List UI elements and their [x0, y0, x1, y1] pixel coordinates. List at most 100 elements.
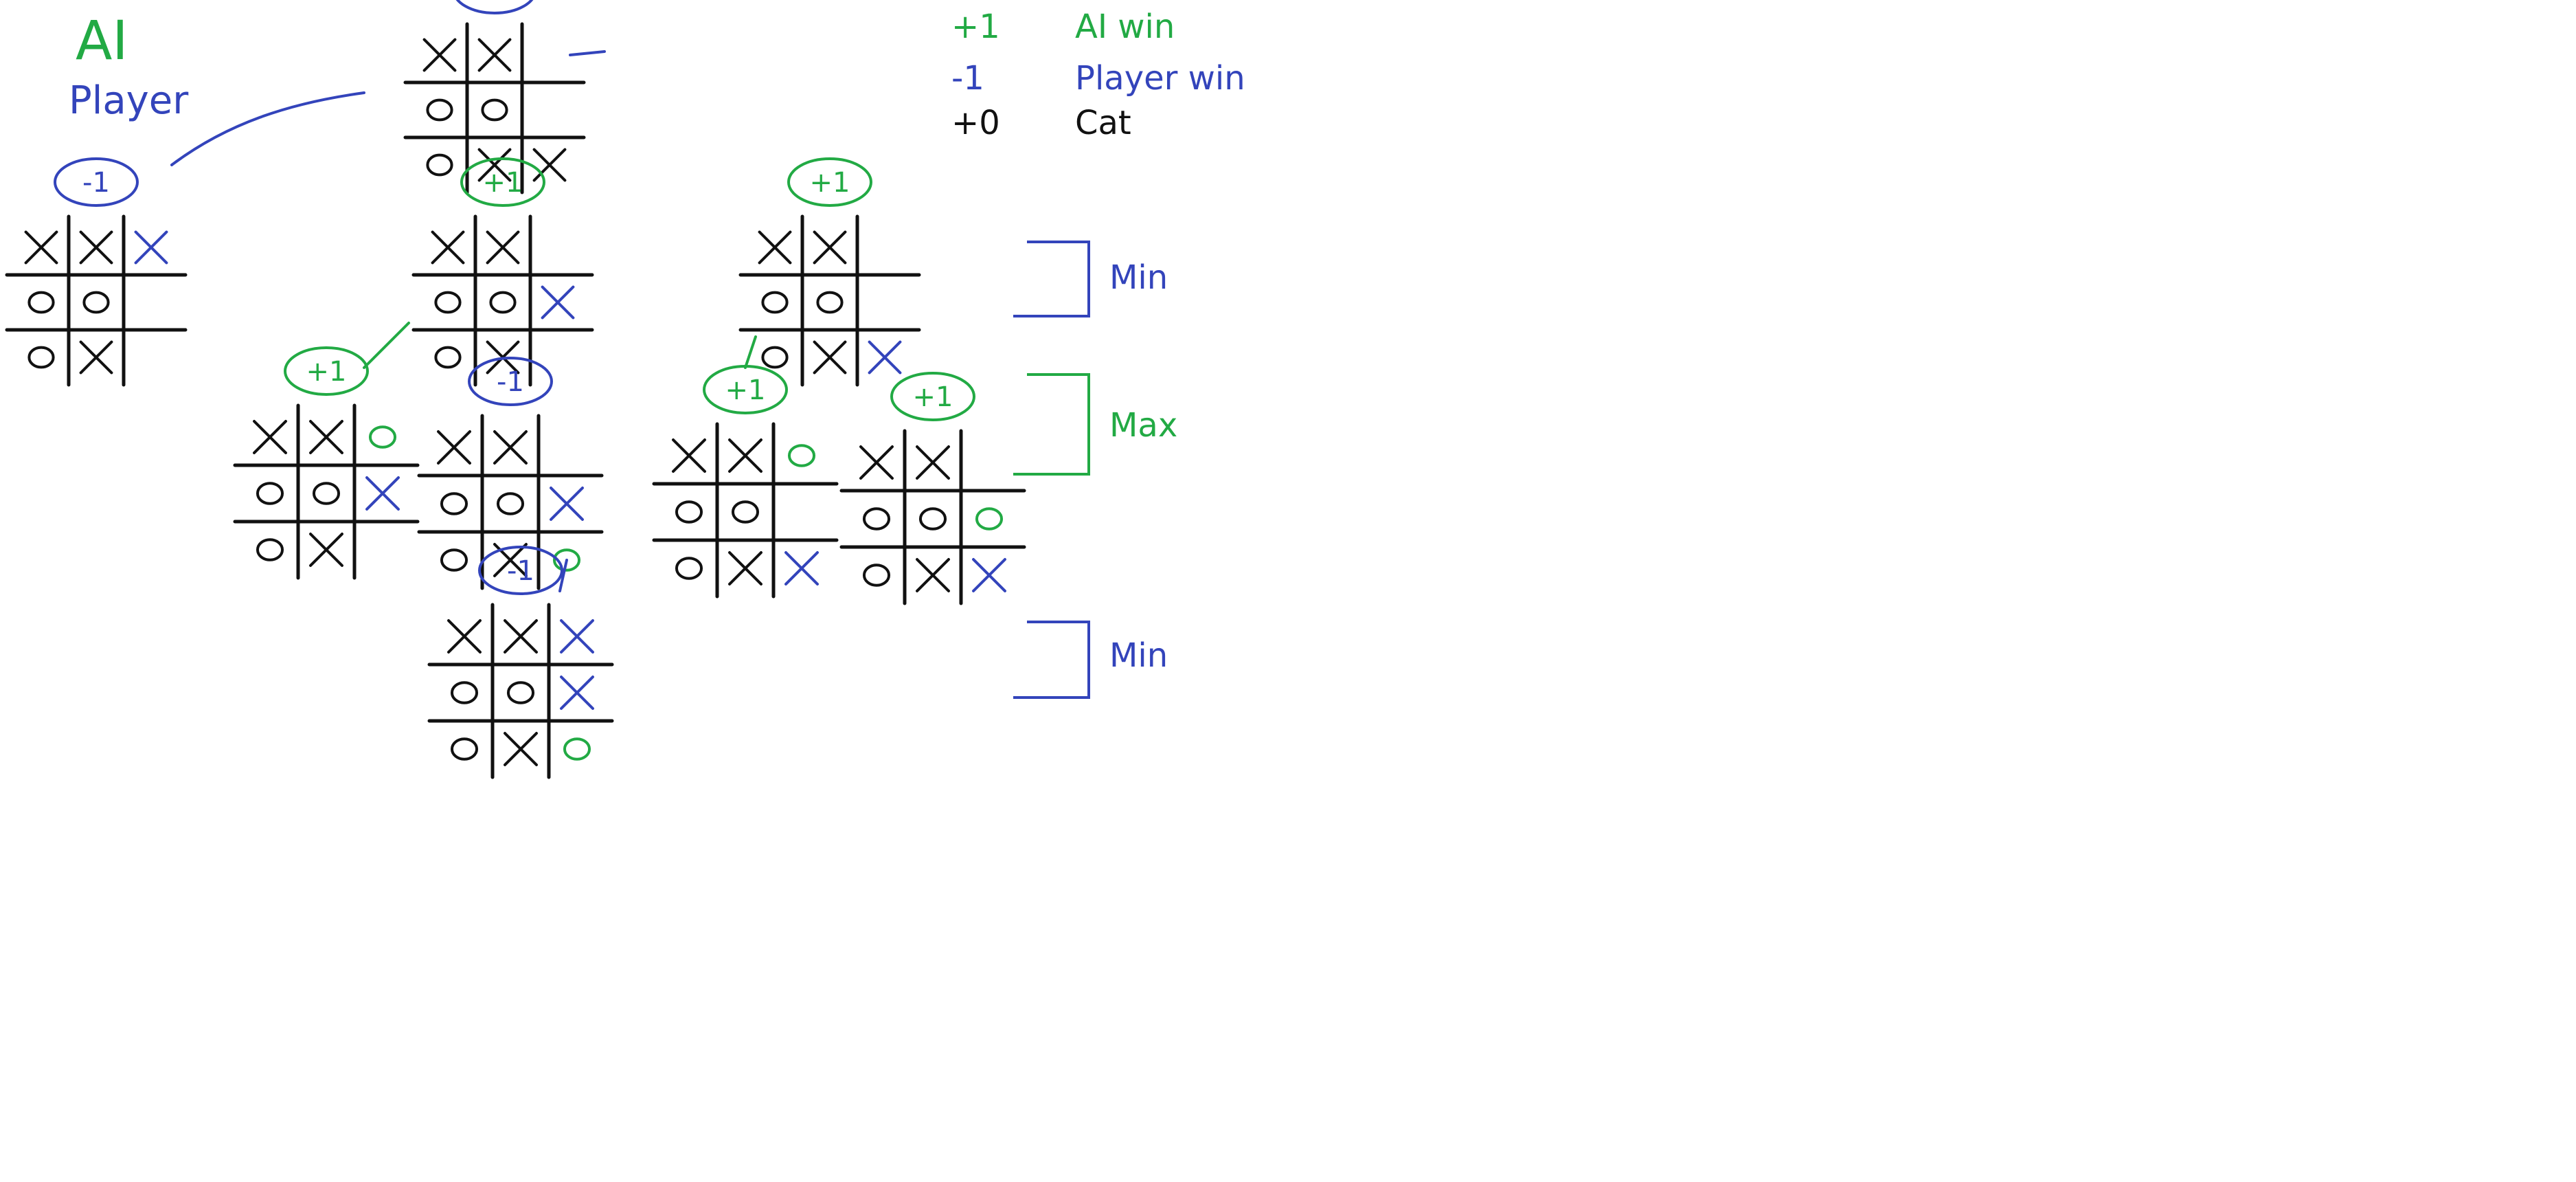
- cell-mark-o: O: [82, 291, 110, 314]
- cell-value: O: [448, 302, 449, 303]
- cell-value: O: [326, 493, 327, 494]
- score-label: -1: [82, 167, 110, 199]
- cell-mark-o: O: [761, 346, 789, 369]
- score-label: -1: [481, 0, 508, 6]
- board-max-4: XXOOOOXX+1: [839, 372, 1026, 605]
- cell-mark-x: X: [916, 558, 950, 592]
- cell-value: O: [503, 302, 504, 303]
- cell-value: O: [830, 302, 831, 303]
- cell-mark-x: X: [504, 732, 538, 766]
- cell-mark-o: O: [434, 291, 462, 314]
- cell-mark-o: O: [27, 291, 55, 314]
- cell-mark-o: O: [563, 737, 591, 761]
- cell-mark-o: O: [496, 492, 525, 515]
- cell-mark-x: X: [493, 430, 528, 465]
- legend-item: +0 Cat: [951, 104, 1131, 142]
- cell-mark-x: X: [532, 148, 567, 182]
- cell-mark-x: X: [758, 230, 792, 265]
- cell-mark-x: X: [447, 619, 482, 654]
- cell-mark-o: O: [481, 98, 508, 122]
- score-badge: +1: [284, 346, 369, 396]
- cell-mark-o: O: [256, 482, 284, 505]
- cell-mark-x: X: [859, 445, 894, 480]
- level-max: Max: [1013, 373, 1177, 476]
- score-label: +1: [725, 375, 766, 406]
- cell-mark-o: O: [675, 500, 703, 524]
- cell-mark-x: X: [422, 38, 457, 72]
- legend-item: +1 AI win: [951, 8, 1175, 46]
- cell-mark-o: O: [506, 681, 535, 704]
- board-min-2: XXOOOXX+1: [738, 157, 921, 387]
- arrow: [170, 91, 365, 166]
- cell-value: O: [270, 493, 271, 494]
- cell-value: O: [41, 302, 42, 303]
- legend-score: -1: [951, 59, 984, 98]
- cell-mark-x: X: [253, 420, 287, 454]
- cell-mark-x: X: [486, 230, 520, 265]
- cell-mark-x: X: [813, 340, 847, 375]
- cell-mark-o: O: [862, 507, 891, 531]
- cell-value: O: [448, 357, 449, 358]
- cell-mark-o: O: [787, 444, 816, 467]
- score-badge: -1: [54, 157, 139, 207]
- arrow: [744, 335, 757, 369]
- legend-item: -1 Player win: [951, 59, 1245, 98]
- cell-mark-x: X: [916, 445, 950, 480]
- cell-mark-o: O: [975, 507, 1004, 531]
- cell-mark-x: X: [550, 487, 584, 521]
- legend-score: +1: [951, 8, 1000, 46]
- cell-mark-x: X: [504, 619, 538, 654]
- board-max-1: XXOOOXOX+1: [233, 346, 420, 580]
- cell-mark-x: X: [672, 438, 706, 473]
- level-label: Max: [1109, 406, 1177, 445]
- cell-value: O: [464, 692, 465, 693]
- board-leaf-1: XXXOOXOXO-1: [427, 546, 614, 779]
- cell-mark-x: X: [79, 230, 113, 265]
- cell-value: O: [454, 503, 455, 504]
- score-badge: +1: [787, 157, 872, 207]
- cell-mark-o: O: [440, 548, 468, 572]
- cell-mark-o: O: [918, 507, 947, 531]
- board-root-a: XXOOOXX-1: [403, 0, 586, 194]
- cell-mark-x: X: [972, 558, 1006, 592]
- score-badge: +1: [460, 157, 545, 207]
- cell-mark-x: X: [541, 285, 575, 320]
- level-bracket: [1013, 621, 1090, 699]
- cell-mark-x: X: [813, 230, 847, 265]
- cell-mark-x: X: [784, 551, 819, 586]
- level-label: Min: [1109, 636, 1168, 675]
- score-label: +1: [306, 356, 347, 388]
- cell-value: O: [270, 549, 271, 550]
- cell-value: O: [775, 357, 776, 358]
- level-label: Min: [1109, 258, 1168, 297]
- cell-mark-x: X: [437, 430, 471, 465]
- legend-text: Player win: [1075, 59, 1245, 98]
- arrow: [569, 50, 606, 56]
- score-badge: -1: [455, 0, 534, 14]
- board-root-b: XXXOOOX-1: [5, 157, 188, 387]
- arrow: [363, 322, 410, 369]
- board-max-3: XXOOOOXX+1: [652, 365, 839, 599]
- cell-mark-x: X: [309, 533, 343, 567]
- cell-value: O: [689, 568, 690, 569]
- cell-mark-x: X: [477, 38, 512, 72]
- score-badge: +1: [703, 365, 788, 414]
- cell-value: O: [989, 518, 990, 520]
- cell-value: O: [745, 511, 746, 513]
- cell-mark-x: X: [560, 619, 594, 654]
- ai-label: AI: [76, 10, 128, 72]
- cell-value: O: [775, 302, 776, 303]
- score-label: +1: [810, 167, 850, 199]
- cell-mark-x: X: [24, 230, 58, 265]
- cell-mark-o: O: [450, 737, 479, 761]
- cell-mark-o: O: [426, 153, 453, 177]
- score-label: +1: [913, 381, 953, 413]
- cell-mark-x: X: [134, 230, 168, 265]
- score-label: -1: [497, 366, 524, 398]
- cell-mark-o: O: [675, 557, 703, 580]
- cell-mark-x: X: [79, 340, 113, 375]
- level-brackets: Min Max Min: [1013, 241, 1177, 699]
- score-label: +1: [483, 167, 523, 199]
- cell-mark-o: O: [434, 346, 462, 369]
- cell-value: O: [96, 302, 97, 303]
